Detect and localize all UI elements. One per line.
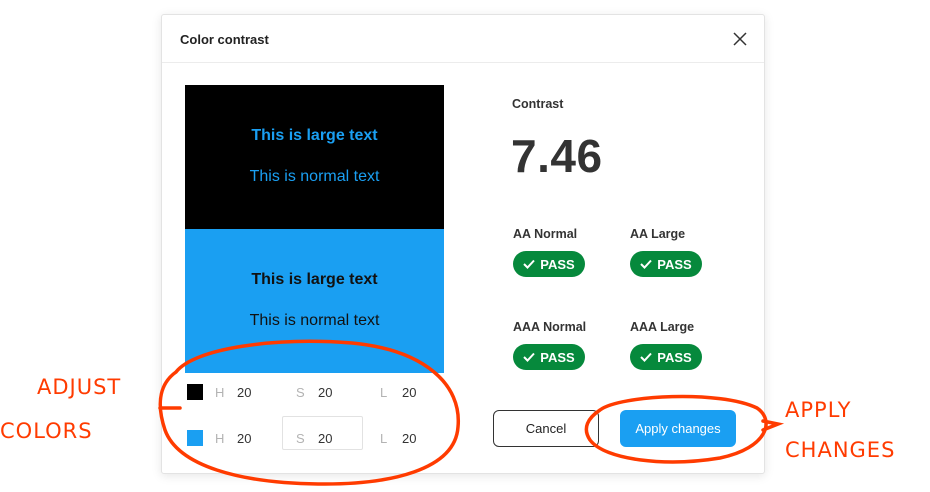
saturation-value[interactable]: 20 [318, 431, 332, 446]
apply-changes-arrow [761, 419, 785, 432]
saturation-label: S [296, 385, 305, 400]
foreground-color-row: H 20 S 20 L 20 [185, 381, 445, 403]
contrast-ratio-value: 7.46 [511, 130, 603, 182]
annotation-apply: APPLY [785, 398, 852, 422]
hue-label: H [215, 431, 225, 446]
preview-normal-text: This is normal text [249, 312, 380, 329]
color-contrast-dialog: Color contrast This is large text This i… [161, 14, 765, 474]
criterion-aaa-large: AAA Large PASS [630, 320, 740, 370]
check-icon [523, 259, 536, 269]
hue-label: H [215, 385, 225, 400]
background-color-row: H 20 S 20 L 20 [185, 416, 445, 450]
check-icon [640, 259, 653, 269]
check-icon [640, 352, 653, 362]
preview-normal-text: This is normal text [249, 168, 380, 185]
criterion-aa-normal: AA Normal PASS [513, 227, 623, 277]
saturation-label: S [296, 431, 305, 446]
dialog-header: Color contrast [162, 15, 764, 63]
saturation-field[interactable]: S 20 [296, 381, 356, 403]
badge-text: PASS [657, 256, 692, 272]
pass-badge: PASS [513, 251, 585, 277]
apply-changes-button[interactable]: Apply changes [620, 410, 736, 447]
contrast-preview: This is large text This is normal text T… [185, 85, 444, 373]
check-icon [523, 352, 536, 362]
pass-badge: PASS [630, 251, 702, 277]
badge-text: PASS [540, 256, 575, 272]
hue-value[interactable]: 20 [237, 385, 251, 400]
criterion-aaa-normal: AAA Normal PASS [513, 320, 623, 370]
color-swatch[interactable] [187, 384, 203, 400]
lightness-label: L [380, 431, 388, 446]
hue-field[interactable]: H 20 [215, 427, 275, 449]
preview-dark-panel: This is large text This is normal text [185, 85, 444, 229]
criterion-name: AAA Normal [513, 320, 587, 334]
annotation-adjust: ADJUST [37, 375, 122, 399]
lightness-value[interactable]: 20 [402, 431, 416, 446]
cancel-button[interactable]: Cancel [493, 410, 599, 447]
annotation-colors: COLORS [0, 419, 93, 443]
contrast-label: Contrast [512, 97, 564, 111]
lightness-field[interactable]: L 20 [380, 427, 440, 449]
criterion-name: AA Normal [513, 227, 578, 241]
criterion-name: AA Large [630, 227, 686, 241]
saturation-field[interactable]: S 20 [296, 427, 356, 449]
hue-field[interactable]: H 20 [215, 381, 275, 403]
pass-badge: PASS [630, 344, 702, 370]
pass-badge: PASS [513, 344, 585, 370]
lightness-field[interactable]: L 20 [380, 381, 440, 403]
lightness-value[interactable]: 20 [402, 385, 416, 400]
color-swatch[interactable] [187, 430, 203, 446]
lightness-label: L [380, 385, 388, 400]
close-icon[interactable] [730, 29, 750, 49]
preview-large-text: This is large text [251, 271, 378, 288]
dialog-title: Color contrast [180, 32, 269, 47]
badge-text: PASS [540, 349, 575, 365]
badge-text: PASS [657, 349, 692, 365]
annotation-changes: CHANGES [785, 438, 896, 462]
criterion-aa-large: AA Large PASS [630, 227, 740, 277]
preview-light-panel: This is large text This is normal text [185, 229, 444, 373]
hue-value[interactable]: 20 [237, 431, 251, 446]
criterion-name: AAA Large [630, 320, 695, 334]
saturation-value[interactable]: 20 [318, 385, 332, 400]
preview-large-text: This is large text [251, 127, 378, 144]
